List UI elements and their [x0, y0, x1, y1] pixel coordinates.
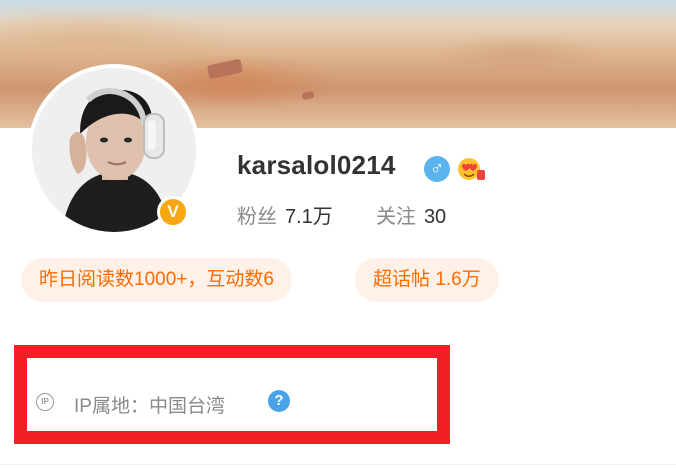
followers-label: 粉丝: [237, 206, 277, 228]
ip-location-icon: IP: [36, 393, 54, 411]
following-label: 关注: [375, 206, 416, 228]
question-help-icon[interactable]: ?: [268, 390, 290, 412]
male-gender-icon: ♂: [424, 156, 450, 182]
partially-hidden-info-line: [32, 326, 372, 340]
profile-stats: 粉丝 7.1万 关注 30: [237, 200, 446, 229]
reads-interactions-pill[interactable]: 昨日阅读数1000+，互动数6: [21, 258, 292, 302]
followers-stat[interactable]: 粉丝 7.1万: [237, 206, 338, 228]
banner-rock: [301, 90, 315, 101]
banner-rock: [206, 58, 244, 80]
followers-count: 7.1万: [285, 206, 333, 228]
verified-v-badge-icon: V: [157, 196, 189, 228]
heart-eyes-emoji-icon[interactable]: [456, 155, 486, 183]
profile-username: karsalol0214: [237, 150, 396, 180]
following-count: 30: [423, 206, 447, 228]
supertopic-posts-pill[interactable]: 超话帖 1.6万: [355, 258, 499, 302]
following-stat[interactable]: 关注 30: [376, 206, 446, 228]
ip-location-text: IP属地：中国台湾: [74, 396, 225, 417]
section-divider: [0, 464, 676, 465]
